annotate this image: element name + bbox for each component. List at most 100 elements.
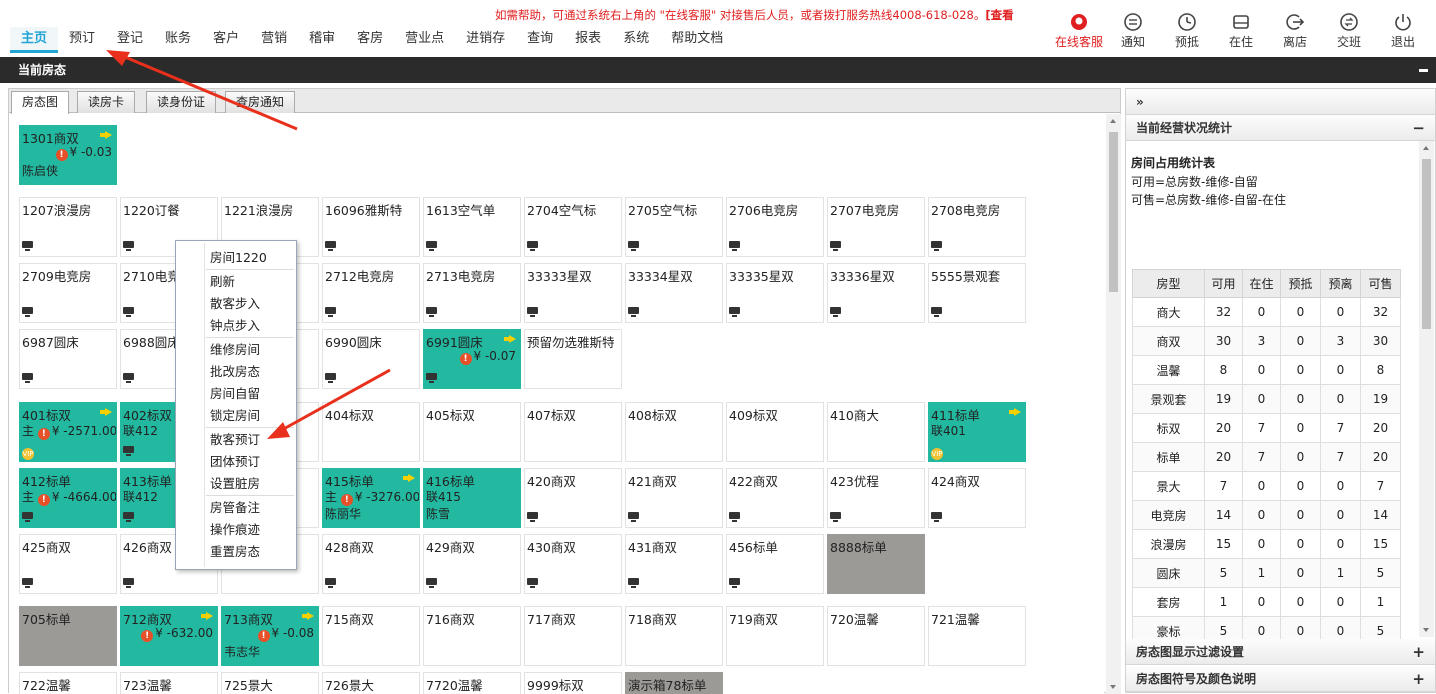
room-tile[interactable]: 429商双: [423, 534, 521, 594]
context-menu-item[interactable]: 房间自留: [176, 383, 296, 405]
room-tile[interactable]: 416标单 联415 陈雪: [423, 468, 521, 528]
menu-item[interactable]: 登记: [106, 27, 154, 53]
expand-plus-icon[interactable]: +: [1412, 666, 1425, 692]
room-tile[interactable]: 422商双: [726, 468, 824, 528]
tab-2[interactable]: 读身份证: [146, 91, 217, 113]
room-tile[interactable]: 2713电竞房: [423, 263, 521, 323]
room-tile[interactable]: 1613空气单: [423, 197, 521, 257]
room-tile[interactable]: 9999标双: [524, 672, 622, 694]
room-tile[interactable]: 713商双! ¥ -0.08 韦志华: [221, 606, 319, 666]
menu-item[interactable]: 营业点: [394, 27, 455, 53]
room-tile[interactable]: 420商双: [524, 468, 622, 528]
room-tile[interactable]: 408标双: [625, 402, 723, 462]
room-tile[interactable]: 717商双: [524, 606, 622, 666]
context-menu-item[interactable]: 钟点步入: [176, 315, 296, 337]
room-tile[interactable]: 2707电竞房: [827, 197, 925, 257]
room-tile[interactable]: 705标单: [19, 606, 117, 666]
room-tile[interactable]: 423优程: [827, 468, 925, 528]
room-tile[interactable]: 33336星双: [827, 263, 925, 323]
room-tile[interactable]: 415标单主 ! ¥ -3276.00 陈丽华: [322, 468, 420, 528]
room-tile[interactable]: 456标单: [726, 534, 824, 594]
menu-item[interactable]: 帮助文档: [660, 27, 734, 53]
room-tile[interactable]: 726景大: [322, 672, 420, 694]
room-tile[interactable]: 33333星双: [524, 263, 622, 323]
room-tile[interactable]: 2708电竞房: [928, 197, 1026, 257]
context-menu-item[interactable]: 团体预订: [176, 451, 296, 473]
room-tile[interactable]: 2709电竞房: [19, 263, 117, 323]
menu-item[interactable]: 进销存: [455, 27, 516, 53]
room-tile[interactable]: 430商双: [524, 534, 622, 594]
room-tile[interactable]: 2704空气标: [524, 197, 622, 257]
toolbar-button[interactable]: 在线客服: [1052, 12, 1106, 52]
room-tile[interactable]: 722温馨: [19, 672, 117, 694]
room-tile[interactable]: 410商大: [827, 402, 925, 462]
room-tile[interactable]: 7720温馨: [423, 672, 521, 694]
room-tile[interactable]: 演示箱78标单: [625, 672, 723, 694]
context-menu-item[interactable]: 房管备注: [176, 497, 296, 519]
room-tile[interactable]: 405标双: [423, 402, 521, 462]
room-tile[interactable]: 718商双: [625, 606, 723, 666]
menu-item[interactable]: 系统: [612, 27, 660, 53]
room-tile[interactable]: 6987圆床: [19, 329, 117, 389]
room-tile[interactable]: 431商双: [625, 534, 723, 594]
expand-plus-icon[interactable]: +: [1412, 639, 1425, 665]
tab-3[interactable]: 查房通知: [225, 91, 296, 113]
room-tile[interactable]: 5555景观套: [928, 263, 1026, 323]
context-menu-item[interactable]: 维修房间: [176, 339, 296, 361]
scroll-down-icon[interactable]: [1423, 628, 1429, 632]
room-tile[interactable]: 712商双! ¥ -632.00: [120, 606, 218, 666]
collapse-icon[interactable]: »: [1136, 95, 1144, 109]
room-tile[interactable]: 407标双: [524, 402, 622, 462]
room-tile[interactable]: 33334星双: [625, 263, 723, 323]
room-tile[interactable]: 723温馨: [120, 672, 218, 694]
room-tile[interactable]: 2705空气标: [625, 197, 723, 257]
menu-item[interactable]: 报表: [564, 27, 612, 53]
minimize-icon[interactable]: [1419, 69, 1428, 72]
stats-scrollbar[interactable]: [1419, 141, 1434, 637]
room-tile[interactable]: 428商双: [322, 534, 420, 594]
context-menu-item[interactable]: 批改房态: [176, 361, 296, 383]
room-tile[interactable]: 719商双: [726, 606, 824, 666]
toolbar-button[interactable]: 退出: [1376, 12, 1430, 52]
view-link[interactable]: [查看: [985, 8, 1013, 22]
legend-header[interactable]: 房态图符号及颜色说明 +: [1126, 666, 1435, 692]
room-tile[interactable]: 409标双: [726, 402, 824, 462]
room-tile[interactable]: 33335星双: [726, 263, 824, 323]
room-tile[interactable]: 1301商双! ¥ -0.03 陈启侠: [19, 125, 117, 185]
room-tile[interactable]: 411标单 联401 VIP: [928, 402, 1026, 462]
scroll-thumb[interactable]: [1109, 132, 1118, 292]
scroll-down-icon[interactable]: [1110, 685, 1116, 689]
menu-item[interactable]: 主页: [10, 27, 59, 53]
room-tile[interactable]: 412标单主 ! ¥ -4664.00: [19, 468, 117, 528]
menu-item[interactable]: 稽审: [298, 27, 346, 53]
context-menu-item[interactable]: 散客步入: [176, 293, 296, 315]
context-menu-item[interactable]: 重置房态: [176, 541, 296, 563]
scroll-thumb[interactable]: [1422, 159, 1431, 329]
room-tile[interactable]: 预留勿选雅斯特: [524, 329, 622, 389]
room-grid-scrollbar[interactable]: [1106, 114, 1121, 694]
tab-1[interactable]: 读房卡: [77, 91, 136, 113]
toolbar-button[interactable]: 预抵: [1160, 12, 1214, 52]
context-menu-item[interactable]: 设置脏房: [176, 473, 296, 495]
room-tile[interactable]: 716商双: [423, 606, 521, 666]
context-menu-item[interactable]: 散客预订: [176, 429, 296, 451]
room-tile[interactable]: 2706电竞房: [726, 197, 824, 257]
context-menu-item[interactable]: 操作痕迹: [176, 519, 296, 541]
room-tile[interactable]: 6990圆床: [322, 329, 420, 389]
menu-item[interactable]: 客户: [202, 27, 250, 53]
room-tile[interactable]: 404标双: [322, 402, 420, 462]
tab-0[interactable]: 房态图: [11, 91, 70, 114]
room-tile[interactable]: 6991圆床! ¥ -0.07: [423, 329, 521, 389]
toolbar-button[interactable]: 在住: [1214, 12, 1268, 52]
toolbar-button[interactable]: 离店: [1268, 12, 1322, 52]
room-tile[interactable]: 725景大: [221, 672, 319, 694]
menu-item[interactable]: 预订: [58, 27, 106, 53]
filter-header[interactable]: 房态图显示过滤设置 +: [1126, 639, 1435, 665]
room-tile[interactable]: 424商双: [928, 468, 1026, 528]
room-tile[interactable]: 720温馨: [827, 606, 925, 666]
menu-item[interactable]: 营销: [250, 27, 298, 53]
menu-item[interactable]: 客房: [346, 27, 394, 53]
room-tile[interactable]: 401标双主 ! ¥ -2571.00 VIP: [19, 402, 117, 462]
collapse-minus-icon[interactable]: −: [1412, 115, 1425, 141]
room-tile[interactable]: 8888标单: [827, 534, 925, 594]
